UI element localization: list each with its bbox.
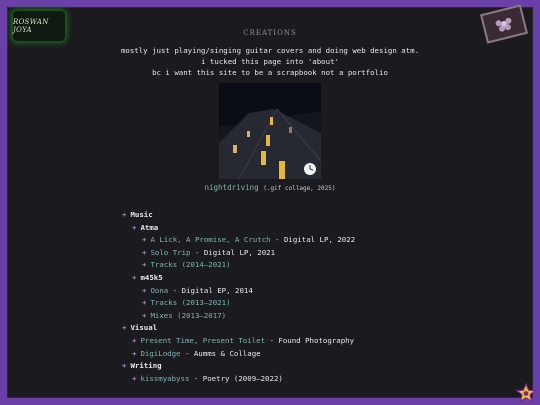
category-label: Visual <box>130 323 158 333</box>
item-link[interactable]: Present Time, Present Toilet <box>140 336 265 345</box>
subcategory-label: m45k5 <box>140 272 163 282</box>
item-separator: - <box>168 285 182 295</box>
list-item: + Solo Trip - Digital LP, 2021 <box>122 247 502 260</box>
category-writing: + Writing <box>122 360 502 373</box>
list-item: + Present Time, Present Toilet - Found Ph… <box>122 335 502 348</box>
bullet-plus: + <box>132 222 137 232</box>
item-link[interactable]: Solo Trip <box>150 248 190 257</box>
sticker-badge <box>479 4 529 44</box>
nightdriving-link[interactable]: nightdriving <box>205 183 259 192</box>
intro-text: mostly just playing/singing guitar cover… <box>7 45 533 78</box>
content-panel: ROSWAN JOYA CREATIONS mostly just playin… <box>7 4 533 398</box>
list-item: + DigiLodge - Aumms & Collage <box>122 348 502 361</box>
item-detail: Aumms & Collage <box>193 348 261 358</box>
subcategory-atma: + Atma <box>122 222 502 235</box>
bullet-plus: + <box>132 335 137 345</box>
item-link[interactable]: A Lick, A Promise, A Crutch <box>150 235 270 244</box>
item-detail: Poetry (2009–2022) <box>202 373 283 383</box>
creations-tree: + Music + Atma + A Lick, A Promise, A Crutc… <box>122 209 502 385</box>
item-separator: - <box>190 247 204 257</box>
bullet-plus: + <box>132 272 137 282</box>
bullet-plus: + <box>142 260 147 270</box>
featured-image[interactable] <box>219 83 321 179</box>
intro-line: mostly just playing/singing guitar cover… <box>120 46 420 55</box>
item-detail: Found Photography <box>278 335 355 345</box>
intro-line: bc i want this site to be a scrapbook no… <box>152 68 388 77</box>
category-label: Writing <box>130 361 162 371</box>
featured-caption: nightdriving (.gif collage, 2025) <box>7 183 533 192</box>
item-detail: Digital LP, 2021 <box>203 247 276 257</box>
category-music: + Music <box>122 209 502 222</box>
list-item: + Mixes (2013–2017) <box>122 310 502 323</box>
list-item: + Tracks (2014–2021) <box>122 259 502 272</box>
category-visual: + Visual <box>122 322 502 335</box>
bullet-plus: + <box>142 235 147 245</box>
star-icon <box>516 383 536 403</box>
list-item: + Tracks (2013–2021) <box>122 297 502 310</box>
night-road-image <box>219 83 321 179</box>
list-item: + kissmyabyss - Poetry (2009–2022) <box>122 373 502 386</box>
item-detail: Digital EP, 2014 <box>181 285 253 295</box>
bullet-plus: + <box>132 348 137 358</box>
item-link[interactable]: kissmyabyss <box>140 374 189 383</box>
subcategory-m45k5: + m45k5 <box>122 272 502 285</box>
item-separator: - <box>189 373 203 383</box>
bullet-plus: + <box>132 373 137 383</box>
category-label: Music <box>130 210 153 219</box>
item-link[interactable]: DigiLodge <box>140 349 180 358</box>
bullet-plus: + <box>122 361 127 371</box>
bullet-plus: + <box>142 298 147 308</box>
item-separator: - <box>180 348 194 358</box>
item-link[interactable]: Mixes (2013–2017) <box>150 311 226 320</box>
item-link[interactable]: Oona <box>150 286 168 295</box>
bullet-plus: + <box>122 323 127 333</box>
bullet-plus: + <box>142 310 147 320</box>
intro-line: i tucked this page into 'about' <box>201 57 339 66</box>
item-separator: - <box>265 335 279 345</box>
subcategory-label: Atma <box>140 222 159 232</box>
featured-note: (.gif collage, 2025) <box>263 185 336 192</box>
list-item: + Oona - Digital EP, 2014 <box>122 285 502 298</box>
bullet-plus: + <box>142 285 147 295</box>
item-detail: Digital LP, 2022 <box>283 235 356 245</box>
bullet-plus: + <box>142 247 147 257</box>
item-link[interactable]: Tracks (2014–2021) <box>150 260 230 269</box>
list-item: + A Lick, A Promise, A Crutch - Digital L… <box>122 234 502 247</box>
item-link[interactable]: Tracks (2013–2021) <box>150 298 230 307</box>
page-title: CREATIONS <box>243 29 297 37</box>
bullet-plus: + <box>122 210 127 219</box>
item-separator: - <box>270 235 284 245</box>
